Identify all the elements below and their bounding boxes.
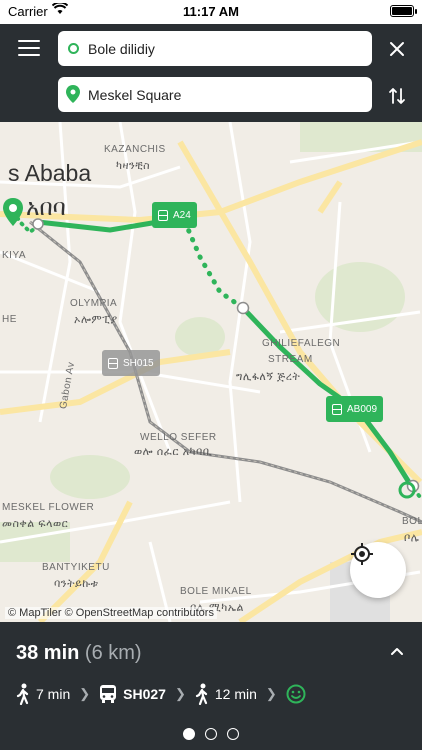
bus-stop-code: SH015 — [123, 357, 154, 369]
map-label-meskel-flower-amh: መስቀል ፍላወር — [2, 518, 69, 530]
step-walk-1-time: 7 min — [36, 686, 71, 702]
page-dot[interactable] — [227, 728, 239, 740]
status-bar: Carrier 11:17 AM — [0, 0, 422, 24]
map-label-bole-mikael: BOLE MIKAEL — [180, 586, 252, 597]
step-walk-2-time: 12 min — [214, 686, 257, 702]
chevron-right-icon: ❯ — [174, 686, 186, 701]
page-dot-active[interactable] — [183, 728, 195, 740]
chevron-right-icon: ❯ — [265, 686, 277, 701]
map-label-bantyiketu-amh: ባንትይኩቱ — [54, 578, 99, 590]
step-walk-1: 7 min — [16, 683, 70, 705]
map-label-meskel-flower: MESKEL FLOWER — [2, 502, 95, 513]
origin-field[interactable]: Bole dilidiy — [58, 31, 372, 66]
map-attribution[interactable]: © MapTiler © OpenStreetMap contributors — [5, 607, 217, 619]
bus-icon — [108, 357, 118, 369]
map-label-wello: WELLO SEFER — [140, 432, 217, 443]
page-dot[interactable] — [205, 728, 217, 740]
map-label-kazanchis: KAZANCHIS — [104, 144, 166, 155]
bus-icon — [100, 685, 117, 703]
bus-stop-ab009[interactable]: AB009 — [326, 396, 384, 422]
chevron-right-icon: ❯ — [79, 686, 91, 701]
trip-steps: 7 min ❯ SH027 ❯ 12 min ❯ — [16, 682, 306, 706]
status-time: 11:17 AM — [183, 4, 239, 19]
chevron-up-icon[interactable] — [390, 646, 404, 656]
destination-pin-icon — [66, 85, 80, 103]
walk-icon — [16, 683, 29, 705]
bus-stop-a24[interactable]: A24 — [152, 202, 197, 228]
page-indicator — [0, 728, 422, 740]
map-label-ghiliefalegn-amh: ግሊፋለኝ ጅረት — [236, 371, 301, 383]
step-bus-code: SH027 — [123, 686, 166, 702]
map-label-olympia-amh: ኦሎምፒያ — [74, 314, 118, 326]
destination-value: Meskel Square — [88, 86, 182, 103]
bus-stop-code: AB009 — [347, 403, 378, 415]
destination-field[interactable]: Meskel Square — [58, 77, 372, 112]
close-icon[interactable] — [388, 40, 406, 58]
bus-stop-sh015[interactable]: SH015 — [102, 350, 160, 376]
smiley-icon — [286, 684, 306, 704]
bus-stop-code: A24 — [173, 209, 191, 221]
step-walk-2: 12 min — [195, 683, 257, 705]
stop-marker — [236, 301, 250, 315]
map-label-city: s Ababa — [8, 160, 92, 186]
hamburger-icon — [18, 40, 40, 42]
map-label-ghiliefalegn: GHILIEFALEGN — [262, 338, 341, 349]
map-label-wello-amh: ወሎ ሰፈር አካባቢ — [134, 446, 212, 458]
map-view[interactable]: s Ababa አበባ KAZANCHIS ካዛንቺስ KIYA HE OLYM… — [0, 122, 422, 622]
map-label-city-amh: አበባ — [26, 194, 66, 220]
battery-icon — [390, 5, 417, 17]
walk-icon — [195, 683, 207, 705]
map-label-olympia: OLYMPIA — [70, 298, 118, 309]
locate-me-button[interactable] — [350, 542, 406, 598]
trip-summary-panel[interactable]: 38 min (6 km) 7 min ❯ SH027 ❯ 12 min ❯ — [0, 622, 422, 750]
swap-icon[interactable] — [388, 86, 406, 106]
bus-icon — [332, 403, 342, 415]
menu-button[interactable] — [18, 40, 40, 58]
route-header: Bole dilidiy Meskel Square — [0, 24, 422, 122]
map-label-bantyiketu: BANTYIKETU — [42, 562, 110, 573]
step-bus: SH027 — [99, 684, 166, 704]
map-label-kazanchis-amh: ካዛንቺስ — [116, 160, 151, 172]
trip-duration: 38 min (6 km) — [16, 642, 142, 665]
origin-pin-icon — [3, 198, 23, 226]
map-label-bole-amh: ቦሌ — [404, 532, 420, 544]
trip-distance: (6 km) — [84, 642, 142, 664]
origin-circle-icon — [68, 43, 79, 54]
map-label-he: HE — [2, 314, 17, 325]
origin-value: Bole dilidiy — [88, 40, 155, 57]
map-label-kiya: KIYA — [2, 250, 27, 261]
trip-duration-value: 38 min — [16, 642, 80, 664]
map-label-bole: BOL — [402, 516, 422, 527]
crosshair-icon — [351, 543, 373, 565]
map-label-stream: STREAM — [268, 354, 313, 365]
bus-icon — [158, 209, 168, 221]
